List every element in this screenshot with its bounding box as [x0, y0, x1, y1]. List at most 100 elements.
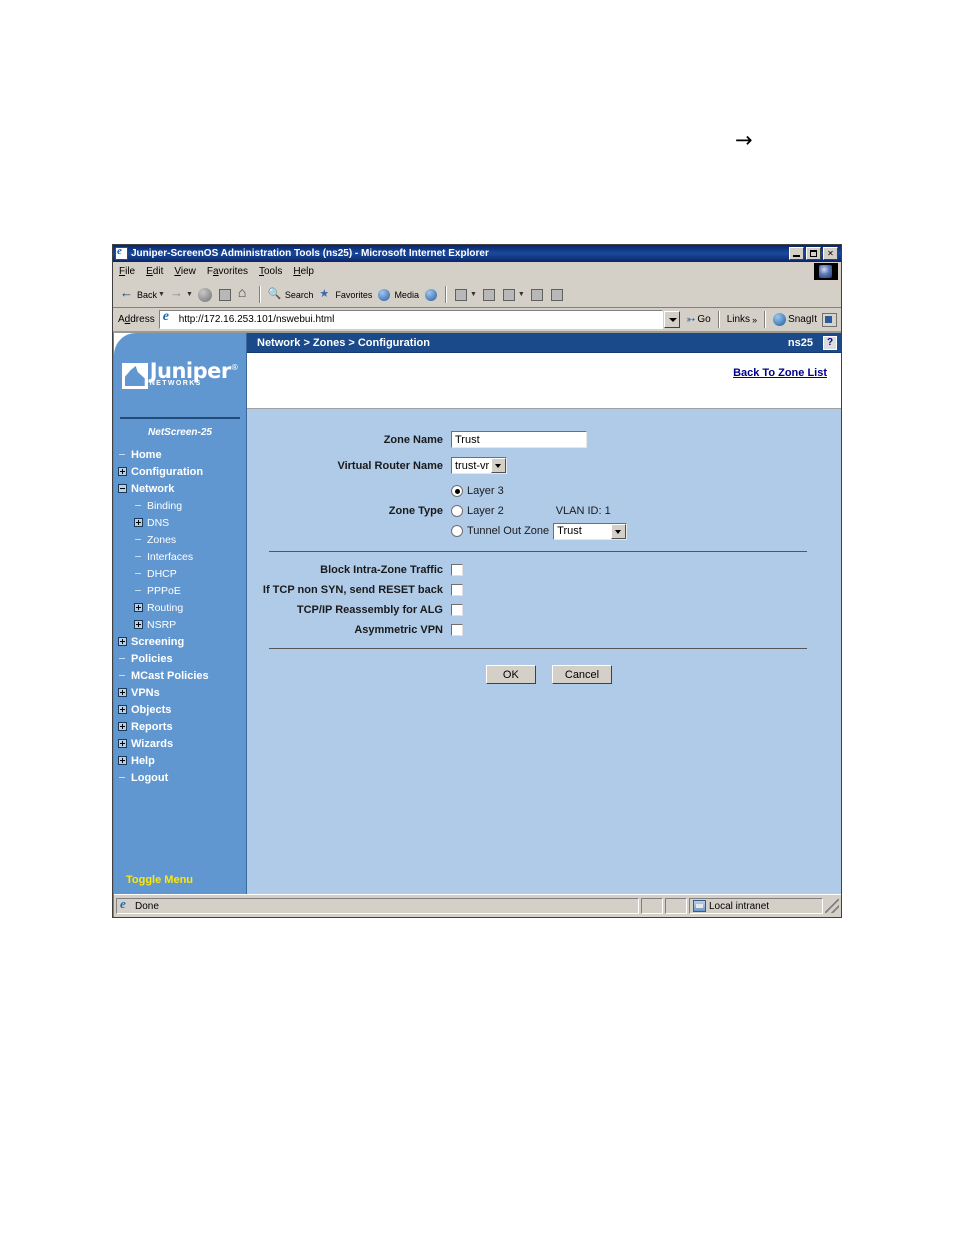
sidebar-item-network[interactable]: Network	[118, 480, 246, 497]
search-button[interactable]: Search	[266, 287, 315, 303]
chevron-down-icon-tunnel[interactable]	[611, 523, 627, 539]
expand-icon[interactable]	[118, 722, 127, 731]
history-button[interactable]	[422, 287, 440, 303]
cancel-button[interactable]: Cancel	[551, 665, 613, 684]
mail-dropdown-icon[interactable]: ▼	[470, 291, 477, 298]
expand-icon[interactable]	[118, 688, 127, 697]
sidebar-item-objects[interactable]: Objects	[118, 701, 246, 718]
back-to-zone-list-link[interactable]: Back To Zone List	[733, 367, 827, 379]
resize-grip[interactable]	[825, 899, 839, 913]
forward-dropdown-icon[interactable]: ▼	[186, 291, 193, 298]
favorites-button[interactable]: Favorites	[316, 287, 373, 303]
mail-button[interactable]: ▼	[452, 287, 478, 303]
sidebar-item-binding[interactable]: Binding	[118, 497, 246, 514]
sidebar-item-label: Screening	[131, 635, 185, 648]
sidebar-item-home[interactable]: Home	[118, 446, 246, 463]
go-button-label: Go	[697, 314, 711, 325]
zone-type-option-layer2[interactable]: Layer 2 VLAN ID: 1	[451, 503, 627, 519]
maximize-button[interactable]	[806, 247, 821, 260]
sidebar-item-zones[interactable]: Zones	[118, 531, 246, 548]
chevron-down-icon[interactable]	[491, 458, 506, 473]
media-button[interactable]: Media	[375, 287, 420, 303]
menu-item-file[interactable]: File	[119, 266, 135, 277]
menu-item-favorites[interactable]: Favorites	[207, 266, 248, 277]
address-input[interactable]: http://172.16.253.101/nswebui.html	[179, 314, 335, 325]
expand-icon[interactable]	[118, 756, 127, 765]
sidebar-item-routing[interactable]: Routing	[118, 599, 246, 616]
breadcrumb-bar: Network > Zones > Configuration ns25 ?	[247, 333, 841, 353]
media-button-label: Media	[394, 289, 419, 300]
messenger-button[interactable]	[548, 287, 566, 303]
sidebar-item-label: Reports	[131, 720, 173, 733]
status-message: Done	[135, 900, 159, 912]
minimize-button[interactable]	[789, 247, 804, 260]
stop-button[interactable]	[196, 287, 214, 303]
sidebar-item-dns[interactable]: DNS	[118, 514, 246, 531]
menu-item-edit[interactable]: Edit	[146, 266, 163, 277]
expand-icon[interactable]	[118, 705, 127, 714]
close-button[interactable]: ✕	[823, 247, 838, 260]
back-dropdown-icon[interactable]: ▼	[158, 291, 165, 298]
zone-name-input[interactable]: Trust	[451, 431, 587, 448]
block-intra-zone-checkbox[interactable]	[451, 564, 463, 576]
vlan-id-label: VLAN ID: 1	[555, 505, 611, 517]
block-intra-zone-row: Block Intra-Zone Traffic	[247, 564, 841, 576]
asymmetric-vpn-checkbox[interactable]	[451, 624, 463, 636]
discuss-button[interactable]	[528, 287, 546, 303]
go-button[interactable]: Go	[684, 313, 713, 326]
radio-layer2[interactable]	[451, 505, 463, 517]
address-input-container[interactable]: http://172.16.253.101/nswebui.html	[158, 309, 664, 329]
toggle-menu-link[interactable]: Toggle Menu	[114, 874, 246, 886]
home-button[interactable]	[236, 284, 254, 303]
address-dropdown-icon[interactable]	[664, 311, 681, 328]
expand-icon[interactable]	[134, 518, 143, 527]
expand-icon[interactable]	[134, 603, 143, 612]
refresh-button[interactable]	[216, 287, 234, 303]
links-button[interactable]: Links »	[725, 314, 759, 325]
radio-layer3[interactable]	[451, 485, 463, 497]
sidebar-item-screening[interactable]: Screening	[118, 633, 246, 650]
sidebar-item-logout[interactable]: Logout	[118, 769, 246, 786]
collapse-icon[interactable]	[118, 484, 127, 493]
menu-item-view[interactable]: View	[174, 266, 196, 277]
snagit-capture-icon[interactable]	[822, 312, 837, 327]
menu-item-tools[interactable]: Tools	[259, 266, 282, 277]
sidebar-item-mcast-policies[interactable]: MCast Policies	[118, 667, 246, 684]
edit-dropdown-icon[interactable]: ▼	[518, 291, 525, 298]
sidebar-item-configuration[interactable]: Configuration	[118, 463, 246, 480]
sidebar-item-interfaces[interactable]: Interfaces	[118, 548, 246, 565]
edit-button[interactable]: ▼	[500, 287, 526, 303]
expand-icon[interactable]	[118, 467, 127, 476]
security-zone-panel[interactable]: Local intranet	[689, 898, 823, 914]
sidebar-item-vpns[interactable]: VPNs	[118, 684, 246, 701]
address-label: Address	[118, 314, 155, 325]
expand-icon[interactable]	[118, 739, 127, 748]
stop-icon	[197, 287, 213, 303]
virtual-router-select[interactable]: trust-vr	[451, 457, 507, 474]
help-icon[interactable]: ?	[823, 335, 837, 350]
zone-type-options: Layer 3 Layer 2 VLAN ID: 1 Tunnel Out Zo…	[451, 483, 628, 540]
tcpip-reassembly-checkbox[interactable]	[451, 604, 463, 616]
snagit-button[interactable]: SnagIt	[771, 313, 819, 326]
ok-button[interactable]: OK	[485, 665, 536, 684]
radio-tunnel-out-zone[interactable]	[451, 525, 463, 537]
sidebar-item-pppoe[interactable]: PPPoE	[118, 582, 246, 599]
tunnel-out-zone-select[interactable]: Trust	[553, 522, 628, 540]
tree-branch-icon	[118, 450, 127, 459]
sidebar-item-reports[interactable]: Reports	[118, 718, 246, 735]
print-button[interactable]	[480, 287, 498, 303]
sidebar-item-dhcp[interactable]: DHCP	[118, 565, 246, 582]
expand-icon[interactable]	[134, 620, 143, 629]
expand-icon[interactable]	[118, 637, 127, 646]
tcp-non-syn-checkbox[interactable]	[451, 584, 463, 596]
sidebar-item-policies[interactable]: Policies	[118, 650, 246, 667]
sidebar-item-label: Configuration	[131, 465, 204, 478]
sidebar-item-help[interactable]: Help	[118, 752, 246, 769]
back-button[interactable]: Back ▼	[118, 285, 166, 303]
sidebar-item-wizards[interactable]: Wizards	[118, 735, 246, 752]
sidebar-item-nsrp[interactable]: NSRP	[118, 616, 246, 633]
forward-button[interactable]: ▼	[168, 285, 194, 303]
zone-type-option-layer3[interactable]: Layer 3	[451, 483, 627, 499]
menu-item-help[interactable]: Help	[293, 266, 314, 277]
zone-type-option-tunnel[interactable]: Tunnel Out Zone Trust	[451, 522, 628, 540]
